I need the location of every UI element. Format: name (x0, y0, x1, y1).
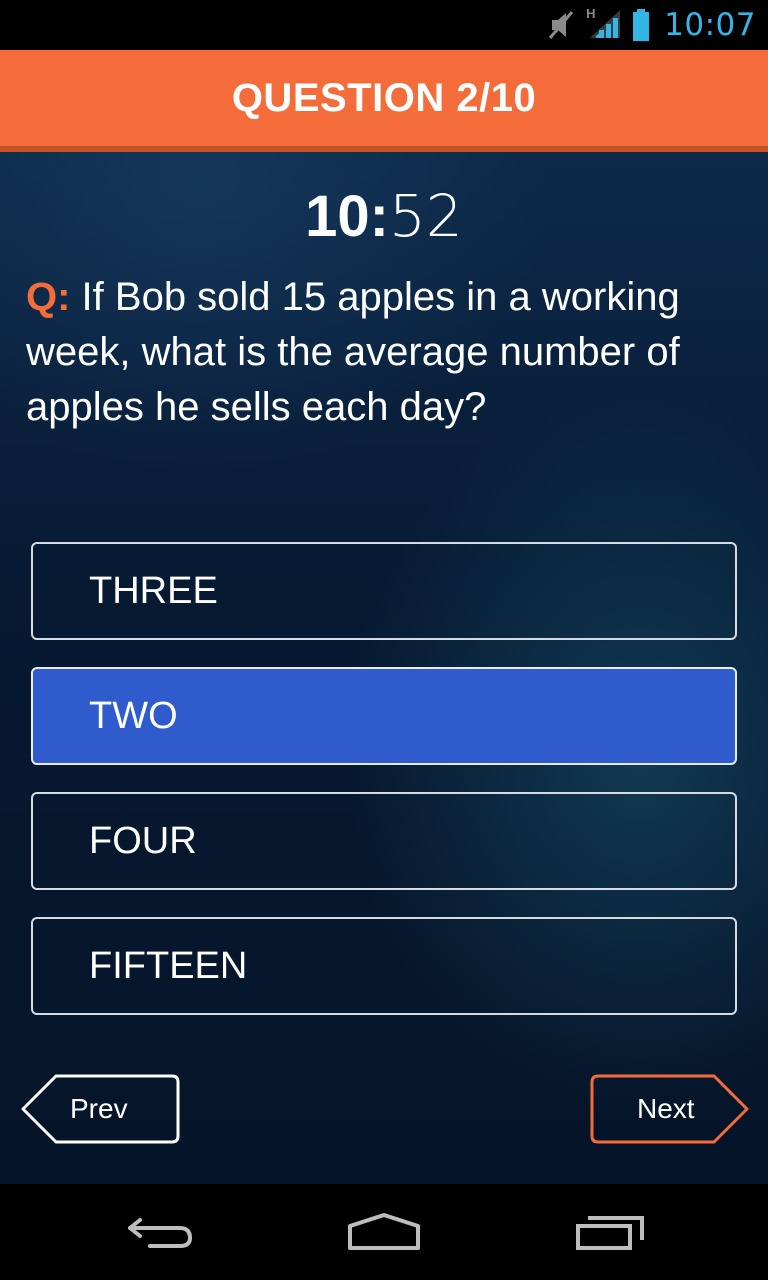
signal-icon: H (586, 6, 622, 42)
question-prefix: Q: (26, 275, 71, 319)
recent-apps-icon[interactable] (574, 1212, 646, 1257)
answer-option-two[interactable]: TWO (31, 667, 737, 765)
question-header: QUESTION 2/10 (0, 50, 768, 146)
status-clock: 10:07 (664, 7, 756, 43)
answer-option-three[interactable]: THREE (31, 542, 737, 640)
back-icon[interactable] (124, 1212, 196, 1257)
question-text: Q: If Bob sold 15 apples in a working we… (26, 270, 746, 435)
prev-button[interactable]: Prev (20, 1074, 182, 1144)
answer-label: THREE (89, 569, 218, 612)
answer-label: FIFTEEN (89, 944, 248, 987)
answer-label: FOUR (89, 819, 197, 862)
home-icon[interactable] (346, 1212, 422, 1257)
timer-seconds: 52 (389, 182, 463, 250)
next-label: Next (637, 1093, 695, 1124)
answer-option-fifteen[interactable]: FIFTEEN (31, 917, 737, 1015)
quiz-content: 10:52 Q: If Bob sold 15 apples in a work… (0, 152, 768, 1184)
system-nav-bar (0, 1184, 768, 1280)
prev-label: Prev (70, 1093, 128, 1124)
question-counter: QUESTION 2/10 (231, 75, 537, 120)
battery-icon (632, 8, 650, 42)
answer-label: TWO (89, 694, 178, 737)
mute-icon (546, 8, 576, 42)
quiz-screen: H 10:07 QUESTION 2/10 10:52 Q: If Bob so… (0, 0, 768, 1280)
next-button[interactable]: Next (588, 1074, 750, 1144)
status-bar: H 10:07 (0, 0, 768, 50)
answer-option-four[interactable]: FOUR (31, 792, 737, 890)
countdown-timer: 10:52 (0, 186, 768, 247)
timer-minutes: 10: (305, 184, 389, 249)
question-body: If Bob sold 15 apples in a working week,… (26, 275, 680, 429)
network-type-label: H (586, 6, 596, 21)
